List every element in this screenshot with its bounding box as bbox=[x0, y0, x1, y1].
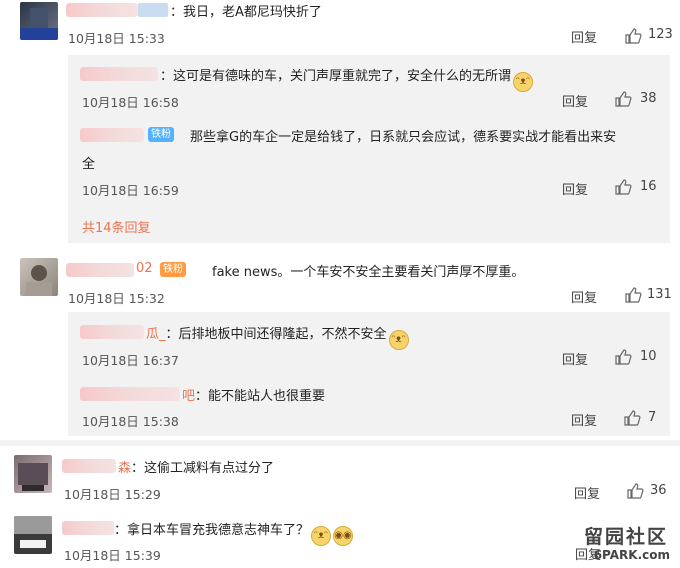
avatar-image bbox=[20, 8, 58, 40]
thumbs-up-icon[interactable] bbox=[614, 90, 632, 108]
thumbs-up-icon[interactable] bbox=[623, 409, 641, 427]
reply-button[interactable]: 回复 bbox=[562, 349, 588, 368]
thumbs-up-icon[interactable] bbox=[614, 178, 632, 196]
reply-username[interactable] bbox=[80, 325, 144, 339]
thumbs-up-icon[interactable] bbox=[624, 286, 642, 304]
site-watermark: 留园社区 6PARK.com bbox=[554, 522, 674, 566]
reply-button[interactable]: 回复 bbox=[562, 179, 588, 198]
reply-text-line2: 全 bbox=[82, 157, 96, 172]
thumbs-up-icon[interactable] bbox=[624, 27, 642, 45]
reply-date: 10月18日 16:59 bbox=[82, 183, 179, 198]
reply-text-line1: 那些拿G的车企一定是给钱了，日系就只会应试，德系要实战才能看出来安 bbox=[190, 130, 617, 145]
smile-emoji-icon: ᵔᴥᵔ bbox=[388, 330, 409, 350]
username-tail bbox=[138, 3, 168, 17]
username[interactable] bbox=[66, 3, 138, 17]
avatar[interactable] bbox=[14, 455, 52, 493]
reply-username[interactable] bbox=[80, 67, 158, 81]
reply-date: 10月18日 16:37 bbox=[82, 353, 179, 368]
avatar-image bbox=[18, 463, 48, 491]
thumbs-up-icon[interactable] bbox=[626, 482, 644, 500]
reply-button[interactable]: 回复 bbox=[571, 27, 597, 46]
comment-date: 10月18日 15:29 bbox=[64, 487, 161, 502]
thumbs-up-icon[interactable] bbox=[614, 348, 632, 366]
comment-text: ：拿日本车冒充我德意志神车了？ ᵔᴥᵔ ◉◉ bbox=[114, 519, 354, 546]
comment-date: 10月18日 15:32 bbox=[68, 291, 165, 306]
comment-date: 10月18日 15:39 bbox=[64, 548, 161, 563]
reply-date: 10月18日 16:58 bbox=[82, 95, 179, 110]
avatar[interactable] bbox=[14, 516, 52, 554]
username-suffix: 02 bbox=[136, 261, 153, 276]
reply-button[interactable]: 回复 bbox=[562, 91, 588, 110]
avatar[interactable] bbox=[20, 2, 58, 40]
fan-badge: 铁粉 bbox=[160, 262, 186, 277]
avatar-image bbox=[14, 516, 52, 548]
reply-button[interactable]: 回复 bbox=[571, 410, 597, 429]
reply-text: 吧：能不能站人也很重要 bbox=[182, 389, 326, 404]
smile-emoji-icon: ᵔᴥᵔ bbox=[311, 526, 332, 546]
reply-username[interactable] bbox=[80, 387, 180, 401]
comment-text: ：我日，老A都尼玛快折了 bbox=[170, 5, 322, 20]
reply-text: 瓜_：后排地板中间还得隆起，不然不安全 ᵔᴥᵔ bbox=[146, 323, 409, 350]
like-count: 131 bbox=[647, 287, 672, 302]
fan-badge: 铁粉 bbox=[148, 127, 174, 142]
reply-date: 10月18日 15:38 bbox=[82, 414, 179, 429]
like-count: 123 bbox=[648, 27, 673, 42]
comment-text: fake news。一个车安不安全主要看关门声厚不厚重。 bbox=[212, 265, 525, 280]
watermark-line1: 留园社区 bbox=[583, 526, 668, 548]
like-count: 16 bbox=[640, 179, 657, 194]
section-divider bbox=[0, 440, 680, 446]
username[interactable] bbox=[62, 459, 116, 473]
more-replies-link[interactable]: 共14条回复 bbox=[82, 217, 151, 236]
reply-username[interactable] bbox=[80, 128, 144, 142]
like-count: 7 bbox=[648, 410, 657, 425]
smile-emoji-icon: ᵔᴥᵔ bbox=[513, 72, 534, 92]
username[interactable] bbox=[62, 521, 114, 535]
like-count: 36 bbox=[650, 483, 667, 498]
watermark-line2: 6PARK.com bbox=[593, 548, 670, 562]
like-count: 10 bbox=[640, 349, 657, 364]
like-count: 38 bbox=[640, 91, 657, 106]
reply-text: ：这可是有德味的车，关门声厚重就完了，安全什么的无所谓 ᵔᴥᵔ bbox=[160, 65, 534, 92]
reply-button[interactable]: 回复 bbox=[574, 483, 600, 502]
glasses-emoji-icon: ◉◉ bbox=[333, 526, 354, 546]
reply-button[interactable]: 回复 bbox=[571, 287, 597, 306]
comment-date: 10月18日 15:33 bbox=[68, 31, 165, 46]
avatar[interactable] bbox=[20, 258, 58, 296]
username[interactable] bbox=[66, 263, 134, 277]
avatar-image bbox=[26, 265, 52, 296]
comment-text: 森：这偷工减料有点过分了 bbox=[118, 461, 275, 476]
